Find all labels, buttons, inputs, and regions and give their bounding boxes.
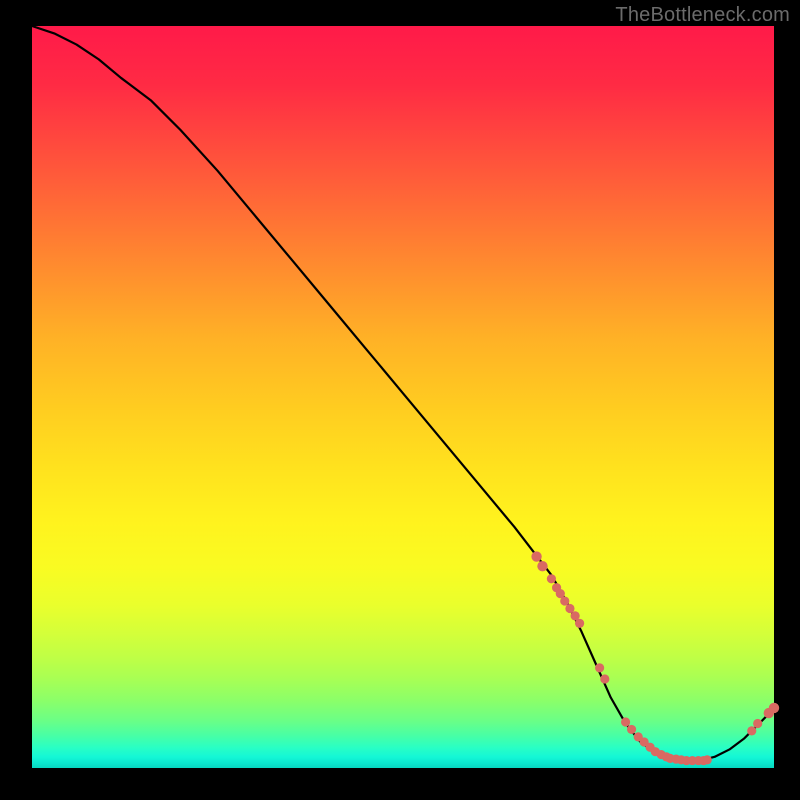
data-point <box>537 561 547 571</box>
data-point <box>547 574 556 583</box>
data-point <box>753 719 762 728</box>
data-point <box>600 674 609 683</box>
chart-plot-area <box>32 26 774 768</box>
watermark-text: TheBottleneck.com <box>615 4 790 27</box>
data-point <box>595 663 604 672</box>
bottleneck-curve <box>32 26 774 761</box>
data-point <box>703 755 712 764</box>
data-point <box>575 619 584 628</box>
data-point <box>531 551 541 561</box>
data-point <box>769 703 779 713</box>
data-point <box>565 604 574 613</box>
data-point <box>621 717 630 726</box>
data-point <box>747 726 756 735</box>
chart-container: TheBottleneck.com <box>0 0 800 800</box>
highlighted-points <box>531 551 779 765</box>
chart-svg <box>32 26 774 768</box>
data-point <box>560 596 569 605</box>
data-point <box>627 725 636 734</box>
